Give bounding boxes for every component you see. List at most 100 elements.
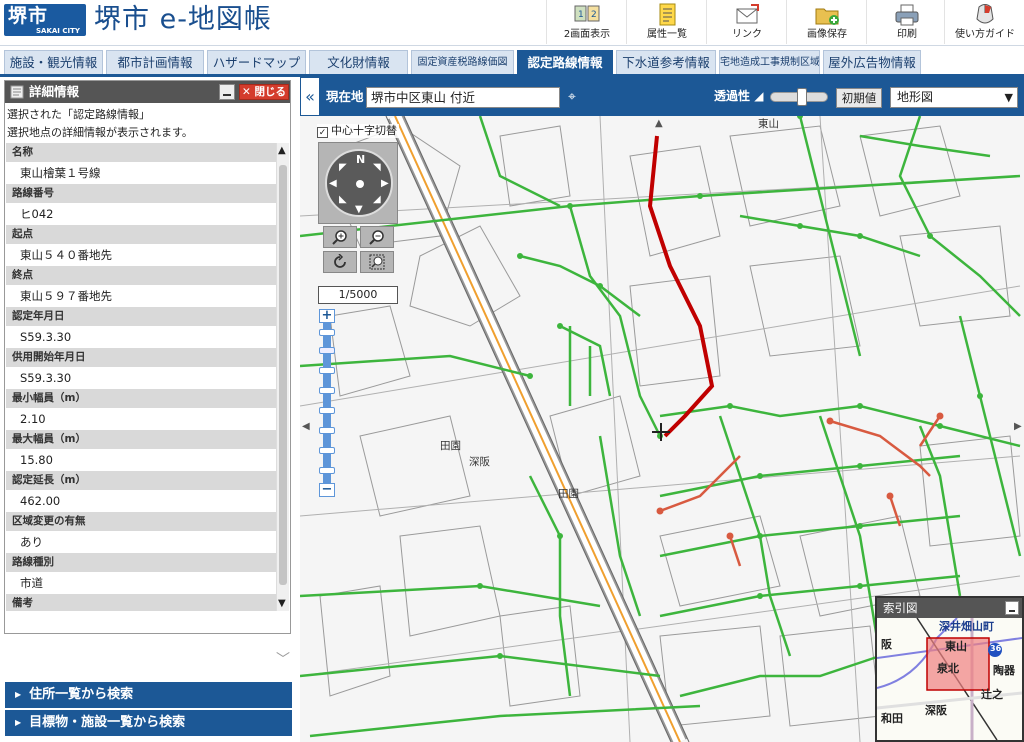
header: 堺市 SAKAI CITY 堺市 e-地図帳 1 2 2画面表示 属性一覧 リン… [0, 0, 1024, 46]
collapse-panel-button[interactable]: « [300, 77, 320, 116]
detail-header: 詳細情報 ✕ 閉じる [5, 81, 290, 103]
logo-text: 堺市 [8, 5, 49, 27]
zoom-minus-button[interactable]: − [319, 483, 335, 497]
print-button[interactable]: 印刷 [866, 0, 946, 44]
zoom-level-tick[interactable] [319, 467, 335, 474]
index-map[interactable]: 索引図 深井畑山町 東山 泉北 陶器 深阪 辻之 和田 阪 36 [875, 596, 1024, 742]
tab-land-price[interactable]: 固定資産税路線価図 [411, 50, 514, 74]
close-label: 閉じる [254, 86, 286, 98]
nav-center-dot[interactable] [356, 180, 364, 188]
zoom-plus-button[interactable]: + [319, 309, 335, 323]
chevron-down-icon[interactable]: ﹀ [276, 649, 290, 669]
crosshair-icon[interactable]: ⌖ [564, 87, 580, 108]
scroll-down-icon[interactable]: ▼ [278, 598, 286, 609]
tab-cultural-property[interactable]: 文化財情報 [309, 50, 408, 74]
index-label-fukasaka: 深阪 [925, 704, 947, 717]
detail-field-value: 15.80 [6, 449, 276, 471]
pan-right-icon[interactable]: ▶ [381, 179, 389, 189]
close-button[interactable]: ✕ 閉じる [239, 84, 289, 100]
zoom-slider[interactable]: + − [319, 309, 335, 499]
index-label-toki: 陶器 [993, 664, 1015, 677]
zoom-box-button[interactable] [360, 251, 394, 273]
pan-east-icon[interactable]: ▶ [1014, 421, 1022, 432]
landmark-search-button[interactable]: ▶ 目標物・施設一覧から検索 [5, 710, 292, 736]
pan-northwest-icon[interactable]: ◤ [339, 163, 347, 173]
svg-text:2: 2 [591, 10, 597, 20]
app-title: 堺市 e-地図帳 [94, 4, 272, 35]
zoom-out-button[interactable] [360, 226, 394, 248]
checkbox-checked-icon[interactable]: ✓ [317, 127, 328, 138]
navigation-control: N ◤ ◥ ◀ ▶ ◣ ◢ ▼ [318, 142, 398, 224]
dual-screen-button[interactable]: 1 2 2画面表示 [546, 0, 626, 44]
link-icon [736, 4, 759, 24]
city-logo[interactable]: 堺市 SAKAI CITY [4, 4, 86, 36]
tab-outdoor-ads[interactable]: 屋外広告物情報 [823, 50, 921, 74]
zoom-level-tick[interactable] [319, 387, 335, 394]
pan-left-icon[interactable]: ◀ [329, 179, 337, 189]
close-x-icon: ✕ [242, 86, 255, 98]
print-label: 印刷 [897, 29, 917, 40]
scroll-up-icon[interactable]: ▲ [278, 145, 286, 156]
tab-certified-routes[interactable]: 認定路線情報 [517, 50, 613, 74]
slider-knob[interactable] [797, 88, 807, 106]
transparency-label: 透過性 ◢ [714, 89, 764, 103]
reset-button[interactable]: 初期値 [836, 88, 882, 108]
triangle-right-icon: ▶ [15, 690, 22, 699]
attribute-list-button[interactable]: 属性一覧 [626, 0, 706, 44]
zoom-level-tick[interactable] [319, 407, 335, 414]
compass-pad[interactable]: N ◤ ◥ ◀ ▶ ◣ ◢ ▼ [325, 149, 393, 217]
tab-sewer-info[interactable]: 下水道参考情報 [616, 50, 716, 74]
index-map-header: 索引図 [877, 598, 1022, 618]
zoom-level-tick[interactable] [319, 367, 335, 374]
left-panel: 詳細情報 ✕ 閉じる 選択された「認定路線情報」 選択地点の詳細情報が表示されま… [0, 77, 300, 742]
tab-tourism[interactable]: 施設・観光情報 [4, 50, 103, 74]
detail-field-label: 供用開始年月日 [6, 348, 276, 367]
detail-field-label: 終点 [6, 266, 276, 285]
detail-field-value: S59.3.30 [6, 367, 276, 389]
map-type-select[interactable]: 地形図 ▼ [890, 87, 1018, 108]
map-label-den-1: 田園 [440, 440, 461, 452]
guide-label: 使い方ガイド [955, 29, 1015, 40]
detail-field-label: 認定年月日 [6, 307, 276, 326]
tab-hazard-map[interactable]: ハザードマップ [207, 50, 306, 74]
category-tabs: 施設・観光情報 都市計画情報 ハザードマップ 文化財情報 固定資産税路線価図 認… [0, 48, 1024, 75]
scroll-thumb[interactable] [279, 165, 287, 585]
index-minimize-button[interactable] [1005, 601, 1019, 615]
guide-icon [976, 4, 994, 24]
detail-field-label: 起点 [6, 225, 276, 244]
pan-down-icon[interactable]: ▼ [355, 205, 363, 215]
pan-southeast-icon[interactable]: ◢ [373, 195, 381, 205]
minimize-button[interactable] [219, 84, 235, 100]
link-button[interactable]: リンク [706, 0, 786, 44]
pan-north-icon[interactable]: ▲ [655, 118, 663, 129]
zoom-level-tick[interactable] [319, 447, 335, 454]
detail-title: 詳細情報 [29, 84, 80, 99]
zoom-level-tick[interactable] [319, 329, 335, 336]
location-field[interactable]: 堺市中区東山 付近 [366, 87, 560, 108]
detail-field-label: 名称 [6, 143, 276, 162]
center-cross-toggle[interactable]: ✓ 中心十字切替 [317, 124, 399, 138]
zoom-level-handle[interactable] [319, 347, 335, 354]
pan-west-icon[interactable]: ◀ [302, 421, 310, 432]
detail-panel: 詳細情報 ✕ 閉じる 選択された「認定路線情報」 選択地点の詳細情報が表示されま… [4, 80, 291, 634]
location-label: 現在地 [326, 89, 364, 104]
zoom-level-tick[interactable] [319, 427, 335, 434]
tab-land-development[interactable]: 宅地造成工事規制区域 [719, 50, 820, 74]
detail-field-value: 東山５４０番地先 [6, 244, 276, 266]
tab-urban-planning[interactable]: 都市計画情報 [106, 50, 204, 74]
detail-scrollbar[interactable]: ▲ ▼ [276, 143, 289, 611]
guide-button[interactable]: 使い方ガイド [944, 0, 1024, 44]
rotate-reset-button[interactable] [323, 251, 357, 273]
pan-northeast-icon[interactable]: ◥ [373, 163, 381, 173]
center-toggle-label: 中心十字切替 [331, 124, 397, 137]
index-label-route-36: 36 [990, 644, 1002, 653]
address-search-button[interactable]: ▶ 住所一覧から検索 [5, 682, 292, 708]
zoom-in-button[interactable] [323, 226, 357, 248]
transparency-slider[interactable] [770, 88, 828, 106]
save-image-button[interactable]: 画像保存 [786, 0, 866, 44]
map-area[interactable]: 東山 田園 深阪 田園 ▲ ◀ ▶ ✓ 中心十字切替 N ◤ ◥ ◀ ▶ ◣ ◢ … [300, 116, 1024, 742]
zoom-in-icon [332, 230, 347, 245]
dual-screen-label: 2画面表示 [563, 29, 611, 40]
zoom-out-icon [369, 230, 384, 245]
pan-southwest-icon[interactable]: ◣ [339, 195, 347, 205]
